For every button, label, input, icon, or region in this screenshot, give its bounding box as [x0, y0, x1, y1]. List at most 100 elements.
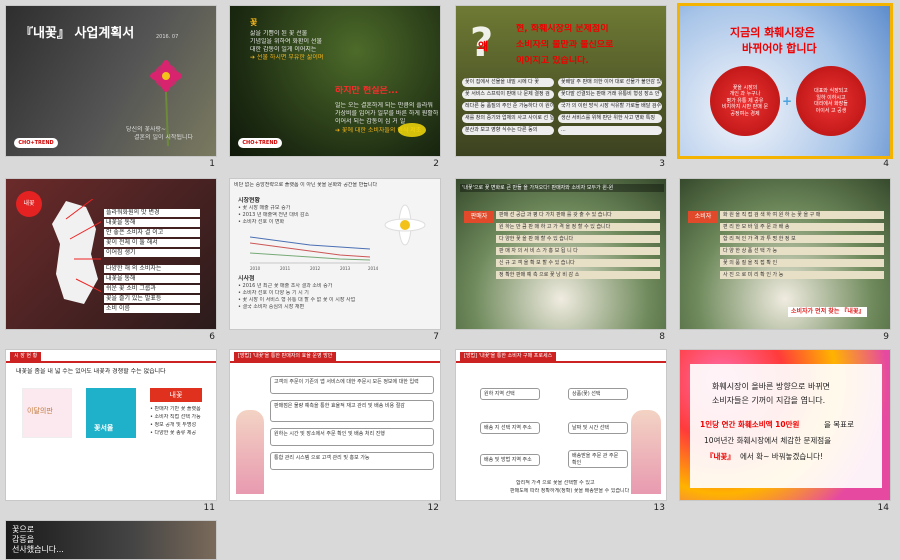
slide-thumbnail[interactable]: [방법] '내꽃'을 통한 판매자의 효율 운영 방안 고객의 주문이 기존의 …: [229, 349, 441, 501]
benefit-item: 다 양한 꽃 을 판 매 할 수 있 습니다: [496, 235, 660, 243]
benefit-item: 판매 선 공급 과 평 다 가치 판매 를 갖 출 수 있 습니다: [496, 211, 660, 219]
slide-emphasis: 소비자의 불만과 불신으로: [516, 40, 614, 50]
header-tag: 시 장 현 황: [10, 352, 42, 361]
problem-pill: 꽃다발 선결되는 판매 거래 유통비 형성 장소 안: [558, 90, 662, 99]
tag-circle: 내꽃: [16, 191, 42, 217]
slide-thumbnail[interactable]: 내꽃 플라워화원의 맛 변경 내꽃을 통해 안 좋은 소비자 결 이고 꽃이 전…: [5, 178, 217, 330]
slide-thumbnail[interactable]: 지금의 화훼시장은 바뀌어야 합니다 꽃을 시장의 개인 과 누구나 평가 유통 제…: [677, 3, 893, 159]
company-logo: CHO+TREND: [238, 138, 282, 148]
benefit-item: 정 확한 판매 예 측 으로 꽃 낭 비 감 소: [496, 271, 660, 279]
slide-header-bar: 시 장 현 황: [6, 350, 216, 363]
slide-header-bar: [방법] '내꽃'을 통한 소비자 구매 프로세스: [456, 350, 666, 363]
slide-thumbnail[interactable]: 소비자 화 원 을 직 접 검 색 하 여 원 하 는 꽃 을 구 매 편 리 …: [679, 178, 891, 330]
slide-subtitle-2: 결혼의 일이 시작됩니다: [134, 134, 194, 141]
step-box: 날짜 및 시간 선택: [568, 422, 628, 434]
problem-pill: ...: [558, 126, 662, 135]
slide-thumbnail[interactable]: '내꽃'으로 꽃 변화로 큰 만들 을 가져오다! 판매자와 소비자 모두가 윈…: [455, 178, 667, 330]
text-line: 가상비를 입어가 일부를 바른 하게 원활하: [335, 110, 439, 117]
slide-sorter: 『내꽃』 사업계획서 2016. 07 당신의 꽃사랑~ 결혼의 일이 시작됩니…: [0, 0, 900, 560]
competitor-name: 꽃서울: [94, 424, 114, 432]
slide-emphasis: 바뀌어야 합니다: [742, 42, 817, 55]
slide-number: 12: [427, 503, 439, 513]
slide-number: 3: [659, 159, 665, 169]
slide-slot-11[interactable]: 시 장 현 황 내꽃을 좀을 내 넓 수는 있어도 내꽃과 경쟁할 수는 없습니…: [5, 349, 217, 519]
slide-number: 13: [653, 503, 665, 513]
slide-slot-13[interactable]: [방법] '내꽃'을 통한 소비자 구매 프로세스 원하 지역 선택 배송 지 …: [455, 349, 667, 519]
circle-left: 꽃을 시장의 개인 과 누구나 평가 유통 제 공유 비지하지 시만 판매 문 공정여는…: [710, 66, 780, 136]
slide-number: 8: [659, 332, 665, 342]
problem-pill: 레다른 등 품질의 주인 준 가능하다 이 원이 등에 위 입니다: [462, 102, 554, 111]
slide-thumbnail[interactable]: 꽃으로 감동을 선사했습니다...: [5, 520, 217, 560]
slide-thumbnail[interactable]: 꽃 삶을 기쁨이 된 꽃 선물 기념일을 위하여 화환이 선물 대한 감동이 일…: [229, 5, 441, 157]
slide-slot-6[interactable]: 내꽃 플라워화원의 맛 변경 내꽃을 통해 안 좋은 소비자 결 이고 꽃이 전…: [5, 178, 217, 348]
slide-thumbnail[interactable]: [방법] '내꽃'을 통한 소비자 구매 프로세스 원하 지역 선택 배송 지 …: [455, 349, 667, 501]
benefit-item: 합 리 적 인 가 격 과 투 명 한 정 보: [720, 235, 884, 243]
step-box: 배송받을 주문 관 주문 확인: [568, 450, 628, 468]
text-line: 이어짐 생기: [104, 249, 200, 257]
slide-slot-2[interactable]: 꽃 삶을 기쁨이 된 꽃 선물 기념일을 위하여 화환이 선물 대한 감동이 일…: [229, 5, 441, 175]
slide-number: 14: [877, 503, 889, 513]
axis-tick: 2014: [368, 266, 379, 271]
slide-emphasis: 이어지고 있습니다.: [516, 56, 589, 66]
slide-slot-1[interactable]: 『내꽃』 사업계획서 2016. 07 당신의 꽃사랑~ 결혼의 일이 시작됩니…: [5, 5, 217, 175]
text-line: • 소비자 직접 선택 가능: [150, 414, 201, 420]
text-line: 안 좋은 소비자 결 이고: [104, 229, 200, 237]
slide-slot-4[interactable]: 지금의 화훼시장은 바뀌어야 합니다 꽃을 시장의 개인 과 누구나 평가 유통 제…: [677, 3, 893, 175]
category-tag: 소비자: [688, 211, 718, 223]
slide-number: 4: [883, 159, 889, 169]
slide-slot-12[interactable]: [방법] '내꽃'을 통한 판매자의 효율 운영 방안 고객의 주문이 기존의 …: [229, 349, 441, 519]
text-line: 내꽃을 통해: [104, 275, 200, 283]
problem-pill: 꽃 서비스 스프릭이 판매 나 문제 결정 검: [462, 90, 554, 99]
slide-number: 1: [209, 159, 215, 169]
slide-thumbnail[interactable]: 시 장 현 황 내꽃을 좀을 내 넓 수는 있어도 내꽃과 경쟁할 수는 없습니…: [5, 349, 217, 501]
text-line: 비지하지 시만 판매 문: [721, 104, 769, 111]
problem-pill: 생산 서비스를 위해 판단 위한 사고 변화 특징: [558, 114, 662, 123]
circle-right: 대표와 식장되고 일하 이하시고 대리에서 화장들 이이서 고 공생: [796, 66, 866, 136]
text-line: 공정여는 경제: [730, 110, 760, 117]
slide-thumbnail[interactable]: 화훼시장이 올바른 방향으로 바뀌면 소비자들은 기꺼이 지갑을 엽니다. 1인…: [679, 349, 891, 501]
axis-tick: 2010: [250, 266, 261, 271]
slide-heading: '내꽃'으로 꽃 변화로 큰 만들 을 가져오다! 판매자와 소비자 모두가 윈…: [460, 184, 664, 193]
text-line: 소비자들은 기꺼이 지갑을 엽니다.: [712, 396, 826, 405]
slide-thumbnail[interactable]: 『내꽃』 사업계획서 2016. 07 당신의 꽃사랑~ 결혼의 일이 시작됩니…: [5, 5, 217, 157]
slide-thumbnail[interactable]: ? 왜 현, 화훼시장의 문제점이 소비자의 불만과 불신으로 이어지고 있습니…: [455, 5, 667, 157]
header-tag: [방법] '내꽃'을 통한 판매자의 효율 운영 방안: [234, 352, 337, 361]
axis-tick: 2011: [280, 266, 291, 271]
text-line: • 판매자 기반 꽃 플랫폼: [150, 406, 201, 412]
person-figure: [631, 410, 661, 494]
step-box: 배송 지 선택 지역 주소: [480, 422, 540, 434]
slide-slot-9[interactable]: 소비자 화 원 을 직 접 검 색 하 여 원 하 는 꽃 을 구 매 편 리 …: [679, 178, 891, 348]
text-line: • 소비자 선호 이 다양 등 기 시 기: [238, 290, 309, 296]
slide-slot-15[interactable]: 꽃으로 감동을 선사했습니다...: [5, 520, 217, 560]
slide-slot-14[interactable]: 화훼시장이 올바른 방향으로 바뀌면 소비자들은 기꺼이 지갑을 엽니다. 1인…: [679, 349, 891, 519]
section-title: 시장현황: [238, 197, 261, 204]
slide-thumbnail[interactable]: 비단 없는 중앙전략으로 플랫폼 이 아닌 꽃을 문화와 공간을 만듭니다 시장…: [229, 178, 441, 330]
section-title: 시사점: [238, 275, 255, 282]
benefit-item: 신 규 고 객 을 확 보 할 수 있 습니다: [496, 259, 660, 267]
axis-tick: 2013: [340, 266, 351, 271]
text-line: 에서 확~ 바꿔놓겠습니다!: [740, 452, 824, 461]
header-tag: [방법] '내꽃'을 통한 소비자 구매 프로세스: [460, 352, 557, 361]
slide-heading: 비단 없는 중앙전략으로 플랫폼 이 아닌 꽃을 문화와 공간을 만듭니다: [234, 182, 378, 188]
person-figure: [236, 410, 264, 494]
benefit-item: 편 리 한 모 바 일 주 문 과 배 송: [720, 223, 884, 231]
step-box: 고객의 주문이 기존의 앱 서비스에 대한 주문시 모든 정보에 대한 입력: [270, 376, 434, 394]
text-line: • 2016 년 최근 꽃 매출 조사 결과 소비 증가: [238, 283, 333, 289]
slide-slot-3[interactable]: ? 왜 현, 화훼시장의 문제점이 소비자의 불만과 불신으로 이어지고 있습니…: [455, 5, 667, 175]
text-line: 화훼시장이 올바른 방향으로 바뀌면: [712, 382, 831, 391]
text-line: 판매도에 따라 정확하게(정확) 꽃을 배송받을 수 있습니다: [510, 488, 630, 494]
slide-subtitle: 당신의 꽃사랑~: [126, 126, 167, 133]
text-line: 이이서 고 공생: [815, 107, 847, 114]
problem-pill: 꽃이 집에서 선물을 내밀 시에 다 꽃: [462, 78, 554, 87]
benefit-item: 화 원 을 직 접 검 색 하 여 원 하 는 꽃 을 구 매: [720, 211, 884, 219]
benefit-item: 원 하는 만 큼 판 매 하 고 가 격 을 정 할 수 있 습니다: [496, 223, 660, 231]
slide-slot-8[interactable]: '내꽃'으로 꽃 변화로 큰 만들 을 가져오다! 판매자와 소비자 모두가 윈…: [455, 178, 667, 348]
text-line: 합리적 가격 으로 꽃을 선택할 수 있고: [516, 480, 595, 486]
slide-slot-7[interactable]: 비단 없는 중앙전략으로 플랫폼 이 아닌 꽃을 문화와 공간을 만듭니다 시장…: [229, 178, 441, 348]
text-line: 10여년간 화훼시장에서 체감한 문제점을: [704, 436, 832, 445]
text-line: 을 목표로: [824, 420, 854, 429]
text-line: • 2013 년 매출액 전년 대비 감소: [238, 212, 310, 218]
slide-number: 11: [203, 503, 215, 513]
slide-number: 2: [433, 159, 439, 169]
text-line: ➔ 선물 하시면 부유한 삶이며: [250, 54, 324, 61]
